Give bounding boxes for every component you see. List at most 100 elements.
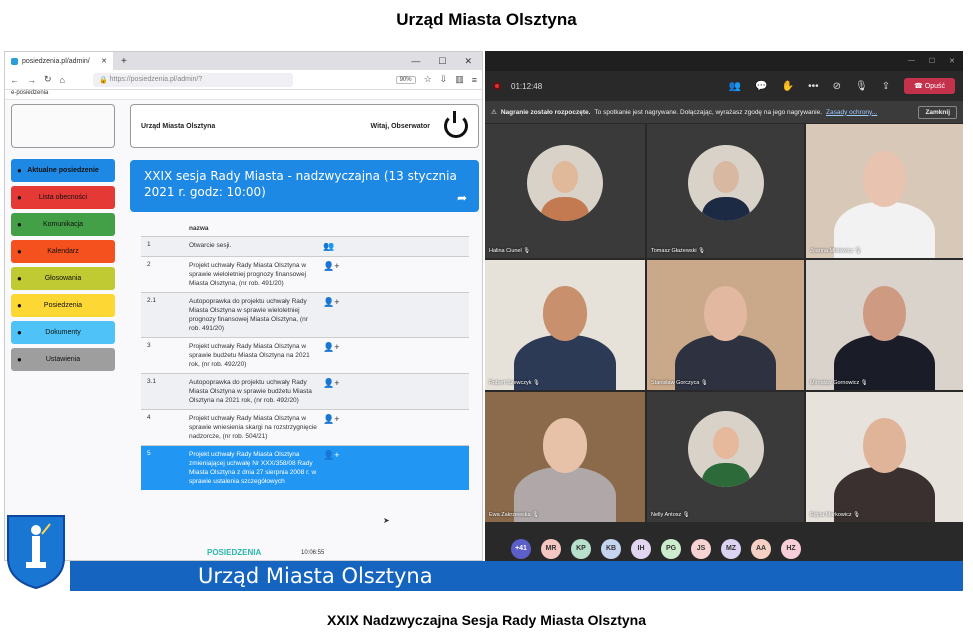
- more-options-icon[interactable]: •••: [808, 81, 819, 92]
- video-tile[interactable]: Nelly Antosz 🎙: [647, 392, 804, 522]
- video-tile[interactable]: Mirosław Gornowicz 🎙: [806, 260, 963, 390]
- video-tile[interactable]: Tomasz Głażewski 🎙: [647, 124, 804, 258]
- city-crest-icon: [7, 515, 65, 590]
- leave-button[interactable]: ☎ Opuść: [904, 78, 955, 94]
- participant-name: Stanisław Gorczyca 🎙: [651, 380, 708, 386]
- mic-muted-icon: 🎙: [859, 380, 868, 386]
- menu-icon[interactable]: ≡: [472, 75, 477, 85]
- table-row[interactable]: 5 Projekt uchwały Rady Miasta Olsztyna zm…: [141, 445, 469, 490]
- table-row[interactable]: 2.1 Autopoprawka do projektu uchwały Rady…: [141, 292, 469, 337]
- participant-head: [542, 286, 588, 341]
- home-icon[interactable]: ⌂: [60, 75, 65, 85]
- chat-icon[interactable]: 💬: [755, 81, 767, 92]
- raise-hand-icon[interactable]: ✋: [782, 81, 794, 92]
- participant-chip[interactable]: KB: [601, 538, 621, 559]
- library-icon[interactable]: ▥: [455, 74, 464, 85]
- page-title: Urząd Miasta Olsztyna: [396, 10, 577, 29]
- maximize-icon[interactable]: ☐: [438, 56, 446, 67]
- url-bar[interactable]: 🔒 https://posiedzenia.pl/admin/?: [92, 72, 293, 87]
- participants-icon[interactable]: 👥: [729, 81, 741, 92]
- video-tile[interactable]: Halina Ciunel 🎙: [485, 124, 645, 258]
- participant-chip[interactable]: MR: [541, 538, 561, 559]
- paperclip-icon: ●: [17, 328, 22, 337]
- menu-item[interactable]: ● Głosowania: [11, 267, 115, 290]
- add-user-icon[interactable]: 👤+: [317, 342, 347, 369]
- add-user-icon[interactable]: 👤+: [317, 297, 347, 333]
- participant-head: [862, 418, 907, 473]
- video-tile[interactable]: Ewa Zakrzewska 🎙: [485, 392, 645, 522]
- menu-item[interactable]: ● Komunikacja: [11, 213, 115, 236]
- agenda-number: 2: [147, 261, 151, 268]
- participant-name: Nelly Antosz 🎙: [651, 512, 690, 518]
- zoom-level[interactable]: 90%: [395, 75, 416, 84]
- participant-chip[interactable]: JS: [691, 538, 711, 559]
- favicon-icon: [11, 57, 18, 65]
- menu-item[interactable]: ● Dokumenty: [11, 321, 115, 344]
- forward-icon[interactable]: →: [27, 75, 36, 85]
- participant-chip[interactable]: +41: [511, 538, 531, 559]
- table-row[interactable]: 4 Projekt uchwały Rady Miasta Olsztyna w …: [141, 409, 469, 445]
- participant-name: Robert Szewczyk 🎙: [489, 380, 541, 386]
- add-user-icon[interactable]: 👤+: [317, 450, 347, 486]
- table-row[interactable]: 2 Projekt uchwały Rady Miasta Olsztyna w …: [141, 256, 469, 292]
- camera-off-icon[interactable]: ⊘: [833, 81, 841, 92]
- participant-head: [862, 286, 907, 341]
- close-window-icon[interactable]: ✕: [464, 56, 472, 67]
- participant-chip[interactable]: IH: [631, 538, 651, 559]
- mic-off-icon[interactable]: 🎙: [855, 81, 868, 92]
- minimize-icon[interactable]: —: [908, 57, 915, 65]
- agenda-number: 1: [147, 241, 151, 248]
- app-logo-box: [11, 104, 115, 148]
- minimize-icon[interactable]: —: [411, 56, 420, 67]
- menu-item[interactable]: ● Lista obecności: [11, 186, 115, 209]
- download-icon[interactable]: ⇩: [440, 74, 448, 85]
- table-row[interactable]: 3.1 Autopoprawka do projektu uchwały Rady…: [141, 373, 469, 409]
- add-user-icon[interactable]: 👤+: [317, 378, 347, 405]
- table-row[interactable]: 3 Projekt uchwały Rady Miasta Olsztyna w …: [141, 337, 469, 373]
- menu-item[interactable]: ● Aktualne posiedzenie: [11, 159, 115, 182]
- agenda-text: Projekt uchwały Rady Miasta Olsztyna w s…: [189, 415, 317, 440]
- participant-chip[interactable]: KP: [571, 538, 591, 559]
- menu-item[interactable]: ● Ustawienia: [11, 348, 115, 371]
- list-icon: ●: [17, 193, 22, 202]
- participant-chip[interactable]: AA: [751, 538, 771, 559]
- side-menu: ● Aktualne posiedzenie ● Lista obecności ● Ko…: [11, 159, 115, 375]
- mic-muted-icon: 🎙: [521, 248, 531, 254]
- participant-head: [862, 150, 907, 208]
- close-tab-icon[interactable]: ✕: [101, 57, 107, 65]
- browser-tab[interactable]: posiedzenia.pl/admin/ ✕: [5, 52, 113, 70]
- share-icon[interactable]: ➦: [457, 190, 467, 206]
- video-tile[interactable]: Robert Szewczyk 🎙: [485, 260, 645, 390]
- participant-chip[interactable]: HZ: [781, 538, 801, 559]
- menu-item[interactable]: ● Kalendarz: [11, 240, 115, 263]
- new-tab-button[interactable]: +: [113, 56, 135, 67]
- participant-chip[interactable]: MZ: [721, 538, 741, 559]
- privacy-link[interactable]: Zasady ochrony...: [826, 109, 877, 116]
- people-icon: ●: [17, 166, 22, 175]
- agenda-number: 3: [147, 342, 151, 349]
- reload-icon[interactable]: ↻: [44, 74, 52, 85]
- group-icon: ●: [17, 301, 22, 310]
- share-screen-icon[interactable]: ⇪: [882, 81, 890, 92]
- add-user-icon[interactable]: 👤+: [317, 261, 347, 288]
- table-row[interactable]: 1 Otwarcie sesji. 👥: [141, 236, 469, 256]
- group-icon[interactable]: 👥: [317, 241, 347, 252]
- bookmark-item[interactable]: e-posiedzenia: [11, 90, 48, 96]
- add-user-icon[interactable]: 👤+: [317, 414, 347, 441]
- maximize-icon[interactable]: ☐: [929, 57, 935, 65]
- video-tile[interactable]: Stanisław Gorczyca 🎙: [647, 260, 804, 390]
- back-icon[interactable]: ←: [10, 75, 19, 85]
- video-tile[interactable]: Joanna Misiewicz 🎙: [806, 124, 963, 258]
- menu-item[interactable]: ● Posiedzenia: [11, 294, 115, 317]
- video-tile[interactable]: Edyta Markowicz 🎙: [806, 392, 963, 522]
- participant-chip[interactable]: PG: [661, 538, 681, 559]
- mic-muted-icon: 🎙: [681, 512, 690, 518]
- agenda-number: 3.1: [147, 378, 157, 385]
- bottom-title: XXIX Nadzwyczajna Sesja Rady Miasta Olsz…: [326, 612, 647, 628]
- close-window-icon[interactable]: ✕: [949, 57, 955, 65]
- agenda-text: Projekt uchwały Rady Miasta Olsztyna zmi…: [189, 451, 317, 485]
- bookmark-star-icon[interactable]: ☆: [424, 74, 432, 85]
- power-icon[interactable]: [444, 111, 468, 138]
- close-notice-button[interactable]: Zamknij: [918, 105, 957, 119]
- tab-bar: posiedzenia.pl/admin/ ✕ + — ☐ ✕: [5, 52, 482, 70]
